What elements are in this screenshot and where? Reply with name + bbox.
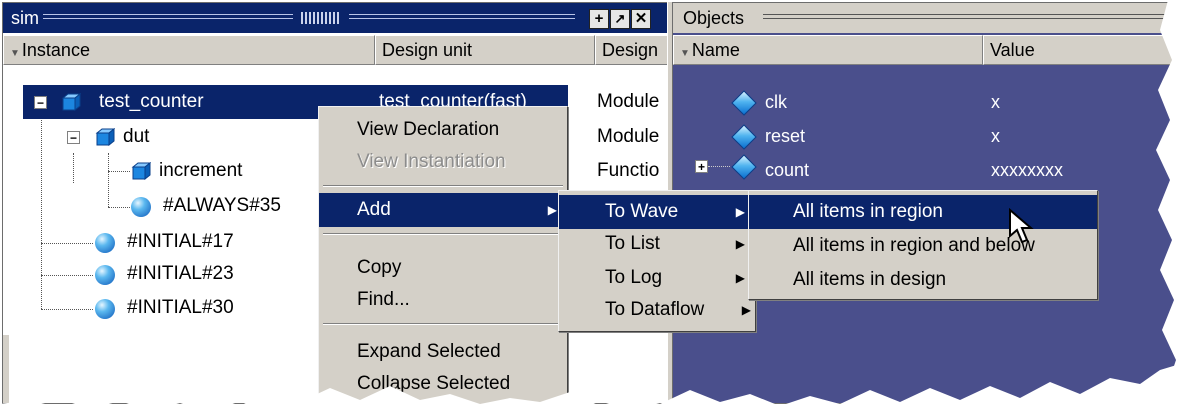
submenu-arrow-icon: ▶ (735, 205, 745, 219)
sort-icon: ▼ (680, 48, 690, 59)
titlebar-drag-handle[interactable] (301, 12, 341, 24)
undock-icon[interactable]: ↗ (610, 9, 630, 29)
submenu-arrow-icon: ▶ (735, 237, 745, 251)
object-row-value: x (991, 92, 1000, 112)
titlebar-grip-right (349, 14, 575, 19)
menu-item-to-dataflow[interactable]: To Dataflow ▶ (559, 293, 755, 327)
process-ball-icon (95, 299, 115, 319)
sort-icon: ▼ (10, 48, 20, 59)
tree-line (41, 109, 42, 309)
submenu-arrow-icon: ▶ (547, 203, 557, 217)
wave-submenu: All items in region All items in region … (748, 190, 1098, 300)
menu-separator (323, 323, 563, 325)
module-cube-icon (61, 93, 81, 111)
column-header-design[interactable]: Design (595, 35, 668, 65)
module-cube-icon (95, 128, 115, 146)
process-ball-icon (131, 197, 151, 217)
menu-item-view-instantiation: View Instantiation (357, 151, 506, 172)
menu-item-to-list[interactable]: To List ▶ (559, 227, 755, 261)
tree-row-initial23[interactable]: #INITIAL#23 (127, 257, 234, 291)
signal-diamond-icon (731, 90, 757, 116)
menu-item-find[interactable]: Find... (319, 283, 567, 317)
menu-item-copy[interactable]: Copy (319, 251, 567, 285)
menu-item-all-items-in-region-and-below[interactable]: All items in region and below (749, 229, 1097, 263)
add-pane-icon[interactable]: + (589, 9, 609, 29)
object-row-value: x (991, 126, 1000, 146)
object-row-name[interactable]: clk (765, 85, 787, 119)
torn-edge-right (1156, 0, 1180, 416)
tree-line (108, 153, 109, 207)
menu-item-to-wave[interactable]: To Wave ▶ (559, 195, 755, 229)
menu-item-all-items-in-region[interactable]: All items in region (749, 195, 1097, 229)
menu-item-add[interactable]: Add ▶ (319, 193, 567, 227)
titlebar-grip (43, 14, 293, 19)
titlebar-grip (763, 14, 1180, 19)
mouse-cursor-icon (1009, 208, 1034, 244)
signal-diamond-icon (731, 154, 757, 180)
sim-title: sim (11, 8, 39, 28)
column-header-design-unit[interactable]: Design unit (375, 35, 595, 65)
sim-titlebar[interactable]: sim + ↗ ✕ (3, 3, 668, 33)
tree-row-increment[interactable]: increment (159, 154, 242, 188)
row-design-type: Module (597, 126, 660, 147)
tree-line (708, 166, 730, 167)
tree-row-dut[interactable]: dut (123, 120, 149, 154)
close-icon[interactable]: ✕ (631, 9, 651, 29)
process-ball-icon (95, 265, 115, 285)
expand-icon[interactable]: + (695, 160, 708, 173)
tree-line (108, 207, 130, 208)
tree-line (41, 243, 93, 244)
menu-item-view-declaration[interactable]: View Declaration (319, 113, 567, 147)
tree-row-initial17[interactable]: #INITIAL#17 (127, 225, 234, 259)
tree-row-initial30[interactable]: #INITIAL#30 (127, 291, 234, 325)
tree-line (41, 309, 93, 310)
menu-separator (323, 233, 563, 235)
row-design-type: Functio (597, 160, 660, 181)
objects-titlebar[interactable]: Objects (673, 3, 1180, 33)
add-submenu: To Wave ▶ To List ▶ To Log ▶ To Dataflow ▶ (558, 190, 756, 332)
tree-line (108, 171, 130, 172)
object-row-value: xxxxxxxx (991, 160, 1063, 180)
menu-item-all-items-in-design[interactable]: All items in design (749, 263, 1097, 297)
tree-line (41, 275, 93, 276)
tree-line (73, 153, 74, 183)
object-row-name[interactable]: reset (765, 119, 805, 153)
submenu-arrow-icon: ▶ (735, 271, 745, 285)
column-header-name[interactable]: ▼ Name (673, 35, 983, 65)
menu-item-to-log[interactable]: To Log ▶ (559, 261, 755, 295)
collapse-icon[interactable]: − (67, 131, 80, 144)
signal-diamond-icon (731, 124, 757, 150)
column-header-instance[interactable]: ▼ Instance (3, 35, 375, 65)
object-row-name[interactable]: count (765, 153, 809, 187)
process-ball-icon (95, 233, 115, 253)
menu-separator (323, 185, 563, 187)
function-cube-icon (131, 162, 151, 180)
collapse-icon[interactable]: − (34, 96, 47, 109)
torn-edge (0, 364, 1180, 416)
row-design-type: Module (597, 91, 660, 112)
tree-row-always35[interactable]: #ALWAYS#35 (163, 189, 281, 223)
